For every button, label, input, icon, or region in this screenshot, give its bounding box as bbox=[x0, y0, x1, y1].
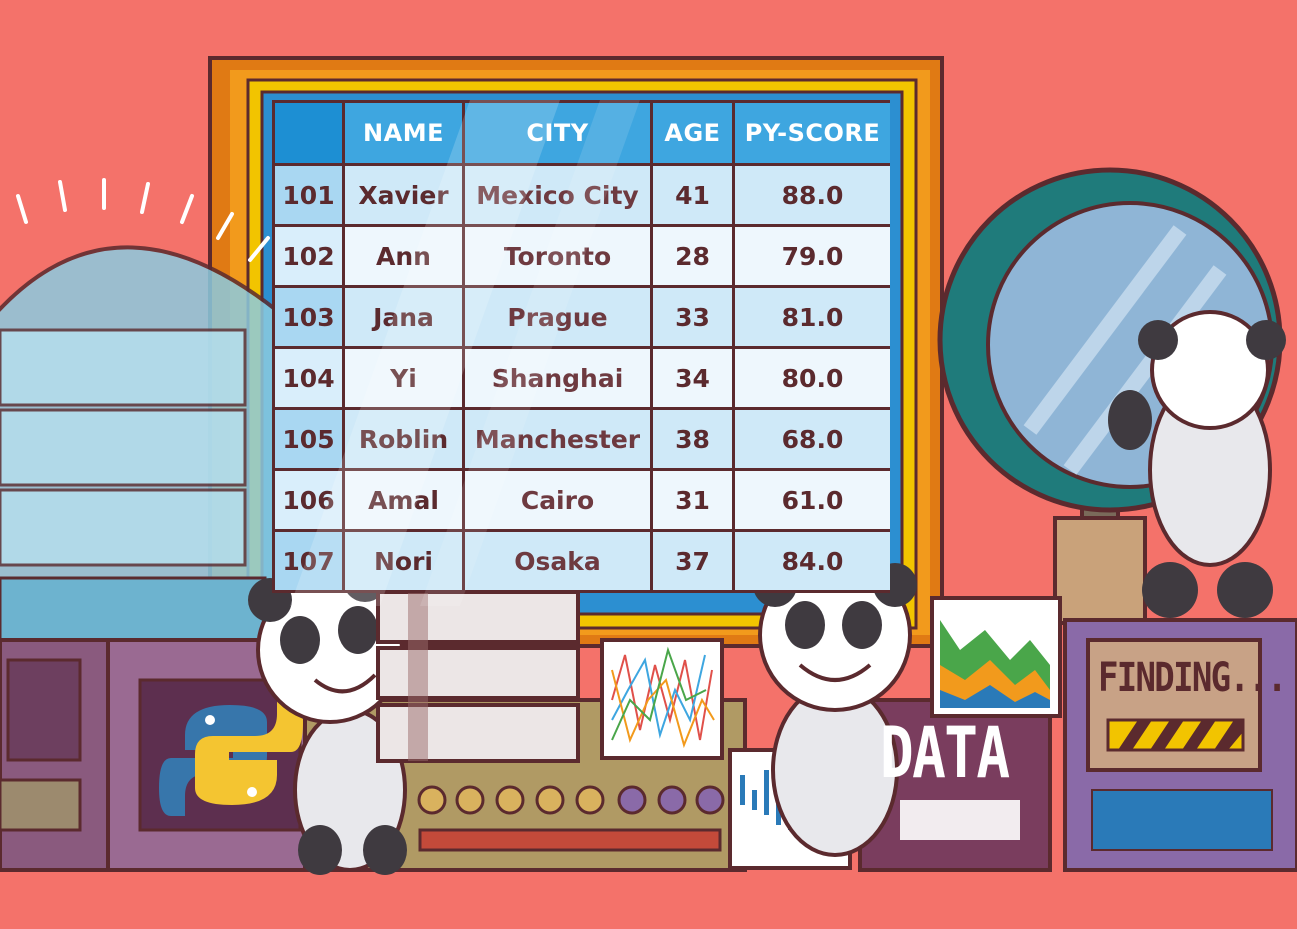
cell-age: 38 bbox=[650, 407, 735, 471]
cell-age: 31 bbox=[650, 468, 735, 532]
header-age: AGE bbox=[650, 100, 735, 166]
cell-city: Shanghai bbox=[462, 346, 653, 410]
table-header-row: NAME CITY AGE PY-SCORE bbox=[272, 100, 890, 166]
data-sign-text: DATA bbox=[880, 712, 1010, 794]
table-row: 102 Ann Toronto 28 79.0 bbox=[272, 224, 890, 288]
header-index bbox=[272, 100, 345, 166]
cell-name: Jana bbox=[342, 285, 465, 349]
table-row: 104 Yi Shanghai 34 80.0 bbox=[272, 346, 890, 410]
header-name: NAME bbox=[342, 100, 465, 166]
cell-age: 33 bbox=[650, 285, 735, 349]
cell-name: Nori bbox=[342, 529, 465, 593]
cell-py-score: 81.0 bbox=[732, 285, 890, 349]
cell-index: 105 bbox=[272, 407, 345, 471]
cell-index: 107 bbox=[272, 529, 345, 593]
table-row: 106 Amal Cairo 31 61.0 bbox=[272, 468, 890, 532]
cell-city: Mexico City bbox=[462, 163, 653, 227]
cell-city: Toronto bbox=[462, 224, 653, 288]
cell-index: 103 bbox=[272, 285, 345, 349]
cell-py-score: 80.0 bbox=[732, 346, 890, 410]
cell-py-score: 68.0 bbox=[732, 407, 890, 471]
header-city: CITY bbox=[462, 100, 653, 166]
table-row: 103 Jana Prague 33 81.0 bbox=[272, 285, 890, 349]
cell-py-score: 61.0 bbox=[732, 468, 890, 532]
line-chart-card bbox=[600, 638, 724, 760]
database-icon bbox=[376, 590, 580, 763]
area-chart-card bbox=[930, 596, 1062, 718]
cell-name: Ann bbox=[342, 224, 465, 288]
cell-name: Amal bbox=[342, 468, 465, 532]
data-table-screen: NAME CITY AGE PY-SCORE 101 Xavier Mexico… bbox=[272, 100, 890, 606]
cell-name: Xavier bbox=[342, 163, 465, 227]
cell-age: 37 bbox=[650, 529, 735, 593]
cell-index: 104 bbox=[272, 346, 345, 410]
hazard-stripe bbox=[1106, 718, 1245, 752]
cell-py-score: 88.0 bbox=[732, 163, 890, 227]
cell-city: Manchester bbox=[462, 407, 653, 471]
header-py-score: PY-SCORE bbox=[732, 100, 890, 166]
cell-name: Roblin bbox=[342, 407, 465, 471]
keypad bbox=[1091, 789, 1273, 851]
table-row: 101 Xavier Mexico City 41 88.0 bbox=[272, 163, 890, 227]
cell-py-score: 84.0 bbox=[732, 529, 890, 593]
cell-city: Osaka bbox=[462, 529, 653, 593]
cell-age: 34 bbox=[650, 346, 735, 410]
cell-index: 102 bbox=[272, 224, 345, 288]
cell-py-score: 79.0 bbox=[732, 224, 890, 288]
table-row: 107 Nori Osaka 37 84.0 bbox=[272, 529, 890, 593]
cell-city: Prague bbox=[462, 285, 653, 349]
table-row: 105 Roblin Manchester 38 68.0 bbox=[272, 407, 890, 471]
cell-age: 28 bbox=[650, 224, 735, 288]
cell-index: 101 bbox=[272, 163, 345, 227]
cell-age: 41 bbox=[650, 163, 735, 227]
cell-name: Yi bbox=[342, 346, 465, 410]
finding-sign-text: FINDING... bbox=[1098, 655, 1287, 701]
cell-index: 106 bbox=[272, 468, 345, 532]
cell-city: Cairo bbox=[462, 468, 653, 532]
data-table: NAME CITY AGE PY-SCORE 101 Xavier Mexico… bbox=[272, 100, 890, 593]
